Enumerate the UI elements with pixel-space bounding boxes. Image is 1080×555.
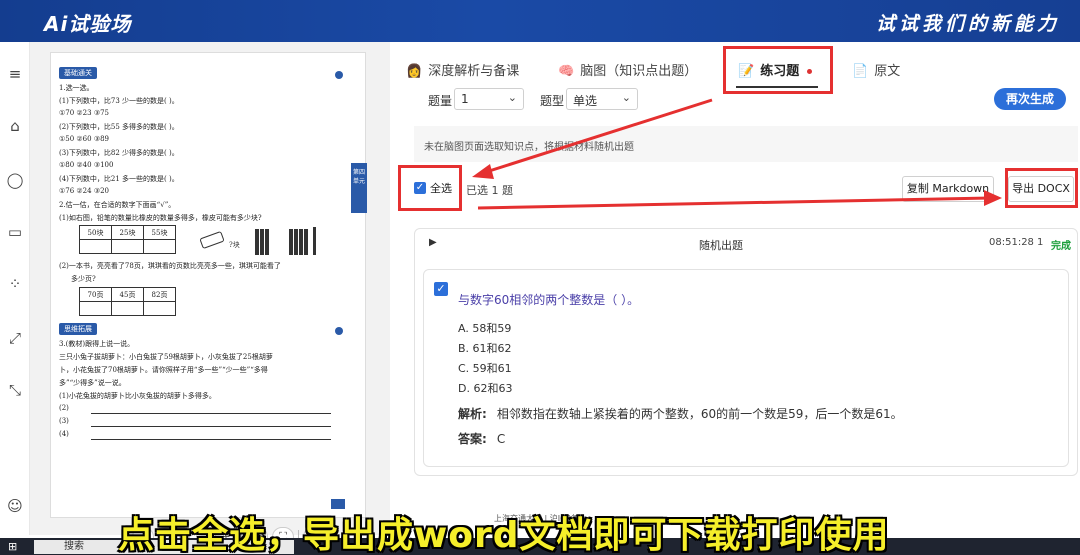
option-c: C. 59和61: [458, 362, 512, 375]
type-label: 题型: [540, 94, 565, 108]
annotation-box-export: [1005, 168, 1078, 208]
info-notice: 未在脑图页面选取知识点，将根据材料随机出题: [414, 126, 1078, 162]
doc-line: (2)下列数中，比55 多得多的数是( )。: [59, 123, 179, 131]
doc-line: (3): [59, 417, 69, 425]
video-subtitle: 点击全选，导出成word文档即可下载打印使用: [118, 515, 890, 555]
doc-line: (4): [59, 430, 69, 438]
status-badge: 完成: [1051, 241, 1071, 252]
apps-icon[interactable]: ⁘: [5, 274, 25, 294]
tab-mindmap[interactable]: 🧠 脑图（知识点出题）: [558, 60, 697, 79]
question-count: 1: [1037, 237, 1044, 248]
section-dot: [335, 327, 343, 335]
doc-line: 2.估一估，在合适的数字下面画“√”。: [59, 201, 176, 209]
answer: 答案: C: [458, 430, 505, 447]
doc-line: (1)小花兔拔的胡萝卜比小灰兔拔的胡萝卜多得多。: [59, 392, 216, 400]
doc-line: 卜，小花兔拔了70根胡萝卜。请你照样子用“多一些”“少一些”“多得: [59, 366, 268, 374]
top-banner: Ai试验场 试试我们的新能力: [0, 0, 1080, 42]
question-card: ✓ 与数字60相邻的两个整数是（ ）。 A. 58和59 B. 61和62 C.…: [423, 269, 1069, 467]
estimate-table-2: 70页 45页 82页: [79, 287, 176, 316]
option-a: A. 58和59: [458, 322, 512, 335]
doc-line: ①70 ②23 ③75: [59, 109, 109, 117]
answer-line: [91, 426, 331, 427]
doc-line: 多”“少得多”说一说。: [59, 379, 126, 387]
type-select[interactable]: 单选 ⌄: [566, 88, 638, 110]
chat-icon[interactable]: ◯: [5, 170, 25, 190]
expand-icon[interactable]: ⤢: [5, 328, 25, 348]
brain-icon: 🧠: [558, 64, 575, 79]
question-checkbox[interactable]: ✓: [434, 282, 448, 296]
doc-line: ①76 ②24 ③20: [59, 187, 109, 195]
doc-line: ①80 ②40 ③100: [59, 161, 114, 169]
chevron-down-icon: ⌄: [621, 91, 631, 104]
doc-line: (1)下列数中，比73 少一些的数是( )。: [59, 97, 179, 105]
document-page: 基础通关 1.选一选。 (1)下列数中，比73 少一些的数是( )。 ①70 ②…: [50, 52, 367, 518]
document-icon: 📄: [852, 64, 869, 79]
answer-value: C: [496, 432, 506, 446]
analysis-text: 相邻数指在数轴上紧挨着的两个整数，60的前一个数是59，后一个数是61。: [496, 407, 903, 421]
svg-text:?块: ?块: [229, 240, 240, 249]
tab-label: 脑图（知识点出题）: [580, 64, 698, 79]
count-select[interactable]: 1 ⌄: [454, 88, 524, 110]
timestamp: 08:51:28: [989, 237, 1034, 248]
section-dot: [335, 71, 343, 79]
doc-line: (4)下列数中，比21 多一些的数是( )。: [59, 175, 179, 183]
option-d: D. 62和63: [458, 382, 513, 395]
user-icon[interactable]: ☺: [5, 496, 25, 516]
chevron-down-icon: ⌄: [507, 91, 517, 104]
doc-line: 3.(教材)跟得上说一说。: [59, 340, 135, 348]
unit-side-tab: 第四单元: [351, 163, 367, 213]
tab-label: 原文: [874, 64, 901, 79]
question-panel: ▶ 随机出题 08:51:28 1 完成 ✓ 与数字60相邻的两个整数是（ ）。…: [414, 228, 1078, 476]
pencil-eraser-illustration: ?块: [200, 227, 316, 255]
menu-icon[interactable]: ≡: [5, 64, 25, 84]
answer-line: [91, 413, 331, 414]
action-row: ✓ 全选 已选 1 题 复制 Markdown 导出 DOCX: [400, 168, 1080, 210]
tab-original[interactable]: 📄 原文: [852, 60, 900, 79]
doc-line: (1)如右图，铅笔的数量比橡皮的数量多得多，橡皮可能有多少块?: [59, 214, 262, 222]
doc-line: 多少页?: [71, 275, 96, 283]
analysis-label: 解析:: [458, 407, 487, 421]
annotation-box-exercises-tab: [723, 46, 833, 94]
analysis: 解析: 相邻数指在数轴上紧挨着的两个整数，60的前一个数是59，后一个数是61。: [458, 405, 903, 422]
annotation-box-select-all: [398, 165, 462, 211]
windows-start-icon[interactable]: ⊞: [8, 540, 17, 553]
section-badge-basic: 基础通关: [59, 67, 97, 79]
doc-line: (2): [59, 404, 69, 412]
doc-line: 三只小兔子拔胡萝卜：小白兔拔了59根胡萝卜，小灰兔拔了25根胡萝: [59, 353, 273, 361]
collapse-icon[interactable]: ⤡: [5, 380, 25, 400]
count-value: 1: [461, 92, 469, 106]
type-value: 单选: [573, 94, 598, 108]
doc-line: (3)下列数中，比82 少得多的数是( )。: [59, 149, 179, 157]
home-icon[interactable]: ⌂: [5, 116, 25, 136]
regenerate-button[interactable]: 再次生成: [994, 88, 1066, 110]
selected-count: 已选 1 题: [466, 184, 513, 197]
copy-markdown-button[interactable]: 复制 Markdown: [902, 176, 994, 202]
section-badge-thinking: 思维拓展: [59, 323, 97, 335]
panel-icon[interactable]: ▭: [5, 222, 25, 242]
app-slogan: 试试我们的新能力: [875, 13, 1060, 35]
expand-triangle-icon[interactable]: ▶: [429, 237, 437, 248]
doc-line: 1.选一选。: [59, 84, 94, 92]
doc-line: (2)一本书，亮亮看了78页，琪琪看的页数比亮亮多一些，琪琪可能看了: [59, 262, 281, 270]
option-b: B. 61和62: [458, 342, 512, 355]
count-label: 题量: [428, 94, 453, 108]
app-logo[interactable]: Ai试验场: [44, 8, 131, 37]
answer-line: [91, 439, 331, 440]
document-preview-pane: 基础通关 1.选一选。 (1)下列数中，比73 少一些的数是( )。 ①70 ②…: [30, 42, 390, 547]
doc-line: ①50 ②60 ③89: [59, 135, 109, 143]
answer-label: 答案:: [458, 432, 487, 446]
estimate-table-1: 50块 25块 55块: [79, 225, 176, 254]
tab-label: 深度解析与备课: [428, 64, 520, 79]
question-stem: 与数字60相邻的两个整数是（ ）。: [458, 293, 640, 307]
left-rail: ≡ ⌂ ◯ ▭ ⁘ ⤢ ⤡ ☺: [0, 42, 30, 535]
teacher-icon: 👩: [406, 64, 423, 79]
question-source: 随机出题: [699, 239, 743, 252]
tab-deep-analysis[interactable]: 👩 深度解析与备课: [406, 60, 519, 79]
question-header[interactable]: ▶ 随机出题 08:51:28 1 完成: [415, 229, 1077, 259]
